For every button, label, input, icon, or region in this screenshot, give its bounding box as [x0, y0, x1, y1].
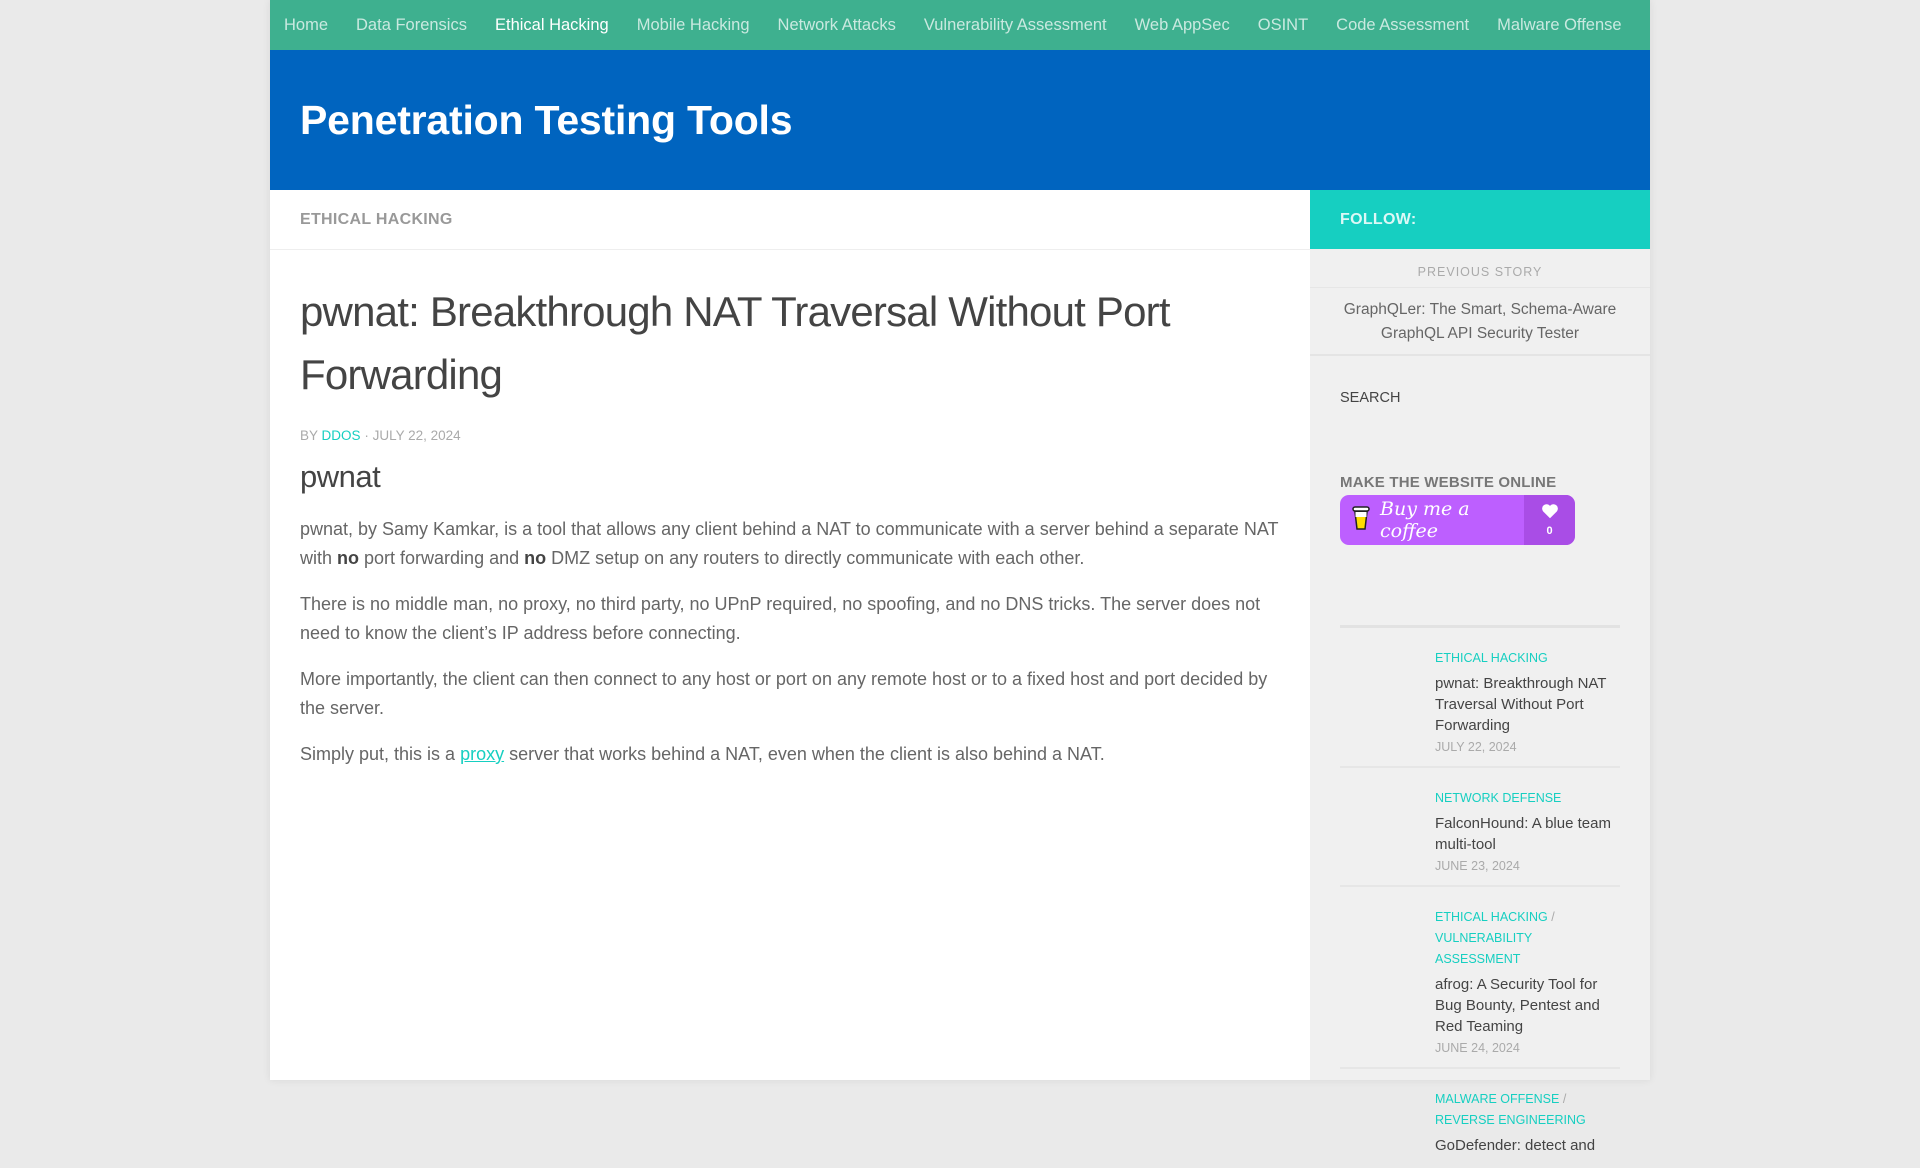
post-thumbnail[interactable]	[1340, 648, 1435, 754]
paragraph-2: There is no middle man, no proxy, no thi…	[300, 594, 1261, 643]
category-header: ETHICAL HACKING	[270, 190, 1310, 250]
text: port forwarding and	[359, 547, 525, 568]
nav-malware-offense[interactable]: Malware Offense	[1483, 0, 1635, 50]
post-date: JUNE 24, 2024	[1435, 1041, 1520, 1055]
category-link[interactable]: MALWARE OFFENSE	[1435, 1092, 1559, 1106]
nav-ethical-hacking[interactable]: Ethical Hacking	[481, 0, 623, 50]
sidebar: FOLLOW: PREVIOUS STORY GraphQLer: The Sm…	[1310, 190, 1650, 1154]
post-thumbnail[interactable]	[1340, 907, 1435, 1055]
category-link[interactable]: REVERSE ENGINEERING	[1435, 1113, 1586, 1127]
search-widget-title: SEARCH	[1340, 390, 1401, 406]
nav-web-appsec[interactable]: Web AppSec	[1121, 0, 1244, 50]
list-item[interactable]: MALWARE OFFENSE / REVERSE ENGINEERING GoD…	[1340, 1069, 1620, 1168]
nav-vulnerability-assessment[interactable]: Vulnerability Assessment	[910, 0, 1121, 50]
category-separator: /	[1551, 910, 1555, 924]
list-item[interactable]: NETWORK DEFENSE FalconHound: A blue team…	[1340, 768, 1620, 887]
main-content: ETHICAL HACKING pwnat: Breakthrough NAT …	[270, 190, 1310, 1080]
paragraph-3: More importantly, the client can then co…	[300, 669, 1268, 718]
post-link[interactable]: FalconHound: A blue team multi-tool	[1435, 813, 1620, 855]
post-title: pwnat: Breakthrough NAT Traversal Withou…	[300, 288, 1171, 398]
post-date: JUNE 23, 2024	[1435, 859, 1520, 873]
buy-me-a-coffee-button[interactable]: Buy me a coffee 0	[1340, 495, 1575, 545]
author-link[interactable]: DDOS	[322, 428, 361, 443]
meta-separator: ·	[364, 428, 369, 443]
coffee-cup-icon	[1352, 505, 1370, 536]
recent-posts: ETHICAL HACKING pwnat: Breakthrough NAT …	[1340, 628, 1620, 1168]
text: Simply put, this is a	[300, 744, 461, 764]
post-link[interactable]: pwnat: Breakthrough NAT Traversal Withou…	[1435, 673, 1620, 736]
list-item[interactable]: ETHICAL HACKING pwnat: Breakthrough NAT …	[1340, 628, 1620, 768]
category-link[interactable]: ETHICAL HACKING	[1435, 910, 1548, 924]
previous-story-label: PREVIOUS STORY	[1417, 265, 1543, 279]
nav-code-assessment[interactable]: Code Assessment	[1322, 0, 1483, 50]
coffee-widget-title: MAKE THE WEBSITE ONLINE	[1340, 474, 1557, 491]
post-thumbnail[interactable]	[1340, 788, 1435, 873]
site-title[interactable]: Penetration Testing Tools	[300, 97, 793, 144]
nav-mobile-hacking[interactable]: Mobile Hacking	[623, 0, 764, 50]
divider	[1310, 287, 1650, 288]
heart-icon	[1541, 503, 1559, 524]
text: DMZ setup on any routers to directly com…	[546, 547, 1085, 568]
post-categories: MALWARE OFFENSE / REVERSE ENGINEERING	[1435, 1089, 1620, 1131]
post-categories: NETWORK DEFENSE	[1435, 788, 1620, 809]
post-date: JULY 22, 2024	[372, 428, 461, 443]
follow-label: FOLLOW:	[1340, 210, 1417, 228]
coffee-count-value: 0	[1546, 525, 1553, 537]
post-meta: BY DDOS · JULY 22, 2024	[300, 428, 1280, 443]
page-wrapper: Home Data Forensics Ethical Hacking Mobi…	[270, 0, 1650, 1154]
article: pwnat: Breakthrough NAT Traversal Withou…	[270, 250, 1310, 769]
nav-data-forensics[interactable]: Data Forensics	[342, 0, 481, 50]
category-link[interactable]: ETHICAL HACKING	[1435, 651, 1548, 665]
nav-osint[interactable]: OSINT	[1244, 0, 1322, 50]
section-heading: pwnat	[300, 459, 381, 494]
coffee-main[interactable]: Buy me a coffee	[1340, 495, 1524, 545]
category-separator: /	[1562, 1092, 1567, 1106]
text: server that works behind a NAT, even whe…	[504, 744, 1105, 764]
nav-home[interactable]: Home	[270, 0, 342, 50]
paragraph-4: Simply put, this is a proxy server that …	[300, 740, 1280, 769]
coffee-count: 0	[1524, 495, 1575, 545]
nav-network-attacks[interactable]: Network Attacks	[764, 0, 910, 50]
post-link[interactable]: GoDefender: detect and	[1435, 1135, 1620, 1156]
post-link[interactable]: afrog: A Security Tool for Bug Bounty, P…	[1435, 974, 1620, 1037]
coffee-button-label: Buy me a coffee	[1380, 498, 1470, 542]
site-header: Penetration Testing Tools	[270, 50, 1650, 190]
follow-bar: FOLLOW:	[1310, 190, 1650, 249]
list-item[interactable]: ETHICAL HACKING / VULNERABILITY ASSESSMEN…	[1340, 887, 1620, 1069]
post-categories: ETHICAL HACKING	[1435, 648, 1620, 669]
post-date: JULY 22, 2024	[1435, 740, 1517, 754]
meta-by: BY	[300, 428, 318, 443]
bold-text: no	[337, 547, 360, 568]
post-thumbnail[interactable]	[1340, 1089, 1435, 1156]
paragraph-1: pwnat, by Samy Kamkar, is a tool that al…	[300, 515, 1280, 572]
category-heading: ETHICAL HACKING	[300, 210, 453, 228]
category-link[interactable]: NETWORK DEFENSE	[1435, 791, 1561, 805]
post-categories: ETHICAL HACKING / VULNERABILITY ASSESSMEN…	[1435, 907, 1620, 970]
bold-text: no	[524, 547, 547, 568]
top-nav: Home Data Forensics Ethical Hacking Mobi…	[270, 0, 1650, 50]
previous-story-link[interactable]: GraphQLer: The Smart, Schema-Aware Graph…	[1330, 298, 1630, 346]
previous-story: PREVIOUS STORY GraphQLer: The Smart, Sch…	[1310, 249, 1650, 356]
category-link[interactable]: VULNERABILITY ASSESSMENT	[1435, 931, 1532, 966]
proxy-link[interactable]: proxy	[460, 744, 504, 764]
